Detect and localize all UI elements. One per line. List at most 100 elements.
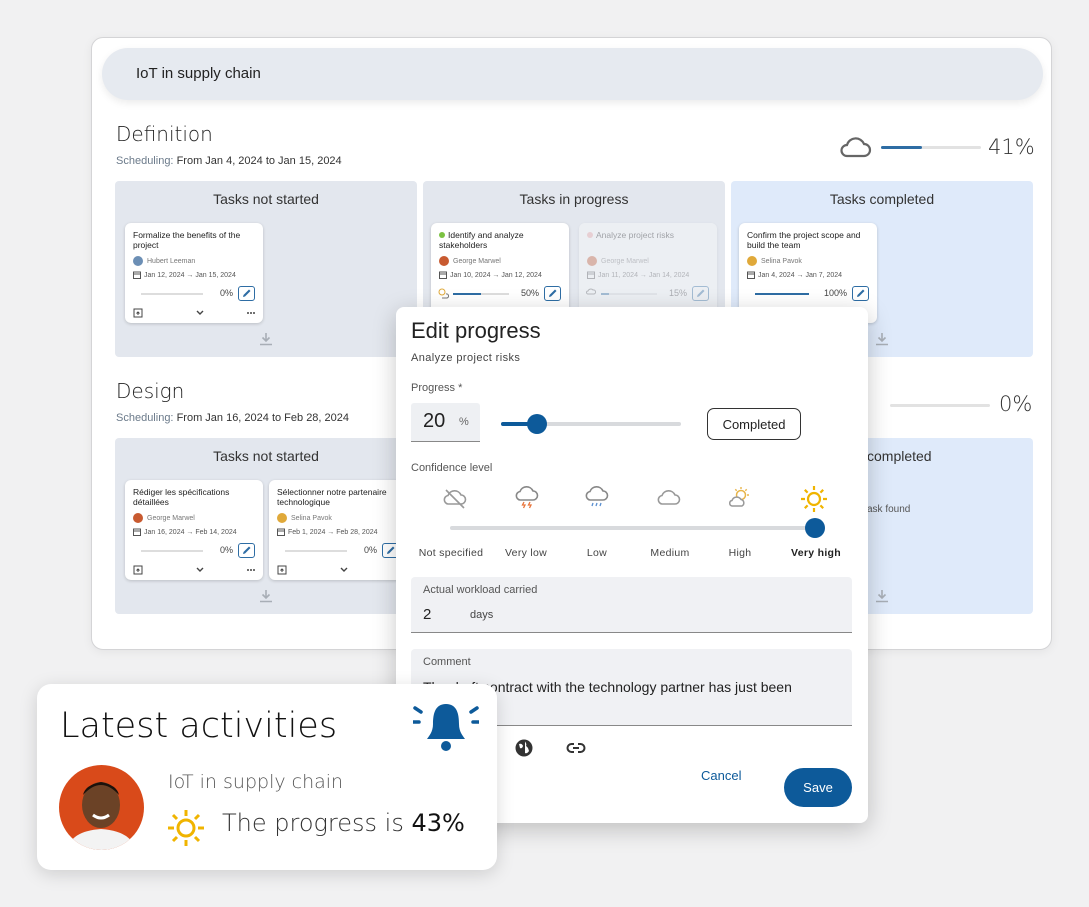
chevron-down-icon[interactable] (195, 566, 205, 574)
task-assignee: George Marwel (147, 514, 195, 522)
task-title: Analyze project risks (587, 230, 710, 252)
person-photo (67, 782, 136, 850)
phase-title-definition: Definition (116, 122, 213, 146)
progress-unit: % (459, 416, 469, 428)
chevron-down-icon[interactable] (195, 309, 205, 317)
task-dates: Jan 10, 2024 → Jan 12, 2024 (450, 271, 542, 279)
link-icon[interactable] (566, 738, 586, 758)
task-title: Sélectionner notre partenaire technologi… (277, 487, 387, 507)
download-icon[interactable] (258, 588, 274, 604)
pencil-icon (243, 289, 251, 297)
confidence-slider[interactable] (450, 518, 825, 538)
sun-icon[interactable] (799, 484, 829, 514)
task-progress: 0% (219, 288, 233, 298)
task-progress: 0% (219, 545, 233, 555)
calendar-icon (277, 528, 285, 536)
pencil-icon (857, 289, 865, 297)
sun-cloud-icon[interactable] (727, 485, 753, 511)
avatar (59, 765, 144, 850)
bell-icon[interactable] (413, 698, 479, 754)
cloud-icon (840, 137, 872, 158)
pencil-icon (549, 289, 557, 297)
completed-button[interactable]: Completed (707, 408, 801, 440)
avatar (747, 256, 757, 266)
storm-icon[interactable] (514, 485, 540, 511)
edit-progress-button[interactable] (692, 286, 709, 301)
confidence-option-selected[interactable]: Very high (771, 547, 861, 559)
task-dates: Jan 12, 2024 → Jan 15, 2024 (144, 271, 236, 279)
column-title: Tasks completed (829, 191, 935, 207)
download-icon[interactable] (874, 588, 890, 604)
progress-slider[interactable] (501, 414, 681, 434)
progress-input[interactable]: 20 % (411, 403, 480, 442)
pencil-icon (697, 289, 705, 297)
confidence-label: Confidence level (411, 462, 493, 474)
export-icon[interactable] (133, 565, 143, 575)
workload-field[interactable]: Actual workload carried 2 days (411, 577, 852, 633)
cloud-icon[interactable] (656, 485, 682, 511)
task-progress-fill (601, 293, 610, 295)
phase-title-design: Design (116, 379, 185, 403)
phase-scheduling-definition: Scheduling: From Jan 4, 2024 to Jan 15, … (116, 155, 342, 167)
avatar (277, 513, 287, 523)
column-title: Tasks in progress (519, 191, 629, 207)
task-progress: 100% (823, 288, 847, 298)
task-assignee: Selina Pavok (761, 257, 802, 265)
chevron-down-icon[interactable] (339, 566, 349, 574)
status-dot (587, 232, 593, 238)
activities-title: Latest activities (60, 706, 338, 746)
rain-icon[interactable] (584, 485, 610, 511)
workload-label: Actual workload carried (423, 584, 538, 596)
task-title: Formalize the benefits of the project (133, 230, 241, 250)
task-dates: Feb 1, 2024 → Feb 28, 2024 (288, 528, 378, 536)
more-icon[interactable] (246, 568, 256, 572)
avatar (133, 256, 143, 266)
activity-progress-value: 43% (411, 809, 465, 837)
phase-progress-design: 0% (999, 392, 1033, 416)
task-title: Confirm the project scope and build the … (747, 230, 861, 250)
progress-label: Progress * (411, 382, 463, 394)
export-icon[interactable] (277, 565, 287, 575)
dialog-task-name: Analyze project risks (411, 352, 521, 364)
edit-progress-button[interactable] (238, 543, 255, 558)
avatar (133, 513, 143, 523)
task-title: Identify and analyze stakeholders (439, 230, 524, 250)
cancel-button[interactable]: Cancel (701, 768, 741, 783)
status-dot (439, 232, 445, 238)
task-card[interactable]: Sélectionner notre partenaire technologi… (269, 480, 407, 580)
activity-project: IoT in supply chain (168, 771, 344, 793)
rain-cloud-icon (586, 288, 596, 295)
column-title: Tasks not started (213, 448, 319, 464)
avatar (587, 256, 597, 266)
activity-message: The progress is 43% (222, 809, 465, 837)
calendar-icon (587, 271, 595, 279)
no-weather-icon[interactable] (442, 485, 468, 511)
calendar-icon (133, 528, 141, 536)
progress-slider-handle[interactable] (527, 414, 547, 434)
save-button[interactable]: Save (784, 768, 852, 807)
more-icon[interactable] (246, 311, 256, 315)
edit-progress-button[interactable] (852, 286, 869, 301)
task-card[interactable]: Rédiger les spécifications détaillées Ge… (125, 480, 263, 580)
task-card[interactable]: Formalize the benefits of the project Hu… (125, 223, 263, 323)
download-icon[interactable] (258, 331, 274, 347)
task-assignee: George Marwel (601, 257, 649, 265)
download-icon[interactable] (874, 331, 890, 347)
export-icon[interactable] (133, 308, 143, 318)
task-progress: 0% (363, 545, 377, 555)
task-progress-fill (755, 293, 809, 295)
confidence-slider-handle[interactable] (805, 518, 825, 538)
task-title: Rédiger les spécifications détaillées (133, 487, 230, 507)
phase-progress-definition: 41% (988, 135, 1035, 159)
pencil-icon (243, 546, 251, 554)
task-assignee: George Marwel (453, 257, 501, 265)
globe-icon[interactable] (514, 738, 534, 758)
avatar (439, 256, 449, 266)
task-dates: Jan 16, 2024 → Feb 14, 2024 (144, 528, 237, 536)
phase-scheduling-design: Scheduling: From Jan 16, 2024 to Feb 28,… (116, 412, 350, 424)
edit-progress-button[interactable] (238, 286, 255, 301)
comment-label: Comment (423, 656, 471, 668)
project-name-bar[interactable]: IoT in supply chain (102, 48, 1043, 100)
edit-progress-button[interactable] (544, 286, 561, 301)
latest-activities-card: Latest activities IoT in supply chain Th… (37, 684, 497, 870)
